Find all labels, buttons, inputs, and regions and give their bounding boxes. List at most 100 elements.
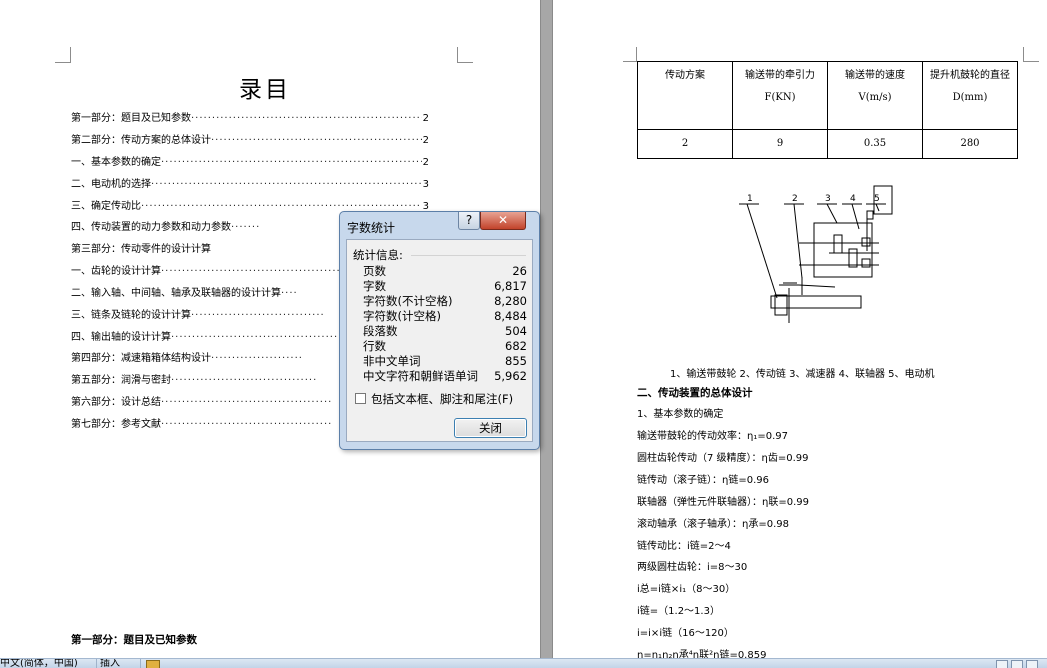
web-layout-view-icon[interactable] xyxy=(1026,660,1038,668)
insert-mode-status[interactable]: 插入 xyxy=(100,659,120,668)
full-screen-view-icon[interactable] xyxy=(1011,660,1023,668)
statistic-label: 中文字符和朝鲜语单词 xyxy=(363,369,478,383)
statistic-label: 非中文单词 xyxy=(363,354,421,368)
dialog-body: 统计信息: 页数 26 字数 6,817 字符数(不计空格) 8,280 字符数(计空格) 8… xyxy=(346,239,533,442)
statistic-row: 段落数 504 xyxy=(363,324,527,339)
toc-entry-text: 第四部分：减速箱箱体结构设计 xyxy=(71,353,211,364)
status-separator xyxy=(96,659,97,668)
toc-entry-text: 二、输入轴、中间轴、轴承及联轴器的设计计算 xyxy=(71,288,281,299)
diagram-label: 3 xyxy=(825,194,831,204)
statistic-label: 段落数 xyxy=(363,324,398,338)
statistic-value: 6,817 xyxy=(494,279,527,293)
statistic-value: 504 xyxy=(505,324,527,338)
help-button[interactable]: ? xyxy=(458,212,480,230)
crop-mark xyxy=(457,47,473,63)
statistic-row: 行数 682 xyxy=(363,339,527,354)
toc-entry[interactable]: 一、基本参数的确定 ·······························… xyxy=(71,156,429,170)
group-divider xyxy=(411,255,526,256)
statistic-row: 中文字符和朝鲜语单词 5,962 xyxy=(363,369,527,384)
toc-page-number: 2 xyxy=(422,157,429,168)
statistic-row: 字数 6,817 xyxy=(363,279,527,294)
toc-entry-text: 第五部分：润滑与密封 xyxy=(71,375,171,386)
toc-entry-text: 一、基本参数的确定 xyxy=(71,157,161,168)
statistic-row: 页数 26 xyxy=(363,264,527,279)
diagram-caption: 1、输送带鼓轮 2、传动链 3、减速器 4、联轴器 5、电动机 xyxy=(670,369,935,380)
crop-mark xyxy=(55,47,71,63)
parameter-line: 两级圆柱齿轮：i=8～30 xyxy=(637,562,748,574)
table-header-row: 传动方案 输送带的牵引力 F(KN) 输送带的速度 V(m/s) 提升机鼓轮的直… xyxy=(637,61,1018,130)
parameter-table: 传动方案 输送带的牵引力 F(KN) 输送带的速度 V(m/s) 提升机鼓轮的直… xyxy=(637,61,1018,159)
toc-entry-text: 一、齿轮的设计计算 xyxy=(71,266,161,277)
statistic-value: 26 xyxy=(512,264,527,278)
toc-leader-dots: ········································… xyxy=(191,113,422,124)
table-header-cell: 传动方案 xyxy=(637,61,733,130)
table-header-cell: 输送带的牵引力 F(KN) xyxy=(732,61,828,130)
language-status[interactable]: 中文(简体，中国) xyxy=(0,659,78,668)
parameter-line: 圆柱齿轮传动（7 级精度）：η齿=0.99 xyxy=(637,452,809,464)
close-icon[interactable]: ✕ xyxy=(480,212,526,230)
statistic-label: 字符数(计空格) xyxy=(363,309,441,323)
parameter-line: i链=（1.2～1.3） xyxy=(637,606,720,618)
statistic-label: 字符数(不计空格) xyxy=(363,294,453,308)
parameter-line: i=i×i链（16～120） xyxy=(637,628,734,640)
statistic-row: 非中文单词 855 xyxy=(363,354,527,369)
toc-entry-text: 三、链条及链轮的设计计算 xyxy=(71,310,191,321)
status-separator xyxy=(140,659,141,668)
diagram-label: 1 xyxy=(747,194,753,204)
statistic-value: 8,280 xyxy=(494,294,527,308)
diagram-label: 4 xyxy=(850,194,856,204)
table-row: 2 9 0.35 280 xyxy=(637,129,1018,159)
toc-entry-text: 第三部分：传动零件的设计计算 xyxy=(71,244,211,255)
section-heading: 二、传动装置的总体设计 xyxy=(637,387,753,399)
toc-page-number: 2 xyxy=(422,113,429,124)
table-cell: 2 xyxy=(637,129,733,159)
parameter-line: 链传动（滚子链）：η链=0.96 xyxy=(637,474,769,486)
statistic-value: 5,962 xyxy=(494,369,527,383)
toc-entry-text: 三、确定传动比 xyxy=(71,201,141,212)
toc-page-number: 2 xyxy=(422,135,429,146)
macro-record-icon[interactable] xyxy=(146,660,160,668)
toc-entry[interactable]: 二、电动机的选择 ································… xyxy=(71,178,429,192)
table-cell: 0.35 xyxy=(827,129,923,159)
toc-leader-dots: ········································… xyxy=(151,179,422,190)
diagram-label: 5 xyxy=(874,194,880,204)
toc-entry-text: 第六部分：设计总结 xyxy=(71,397,161,408)
statistic-label: 页数 xyxy=(363,264,386,278)
toc-leader-dots: ········································… xyxy=(211,135,422,146)
include-textbox-label[interactable]: 包括文本框、脚注和尾注(F) xyxy=(371,391,513,407)
parameter-line: η=η₁η₂η承⁴η联²η链=0.859 xyxy=(637,650,767,658)
print-layout-view-icon[interactable] xyxy=(996,660,1008,668)
toc-title: 录目 xyxy=(239,77,291,103)
toc-leader-dots: ········································… xyxy=(161,157,422,168)
section-heading: 第一部分：题目及已知参数 xyxy=(71,634,197,646)
toc-entry-text: 第七部分：参考文献 xyxy=(71,419,161,430)
include-textbox-checkbox[interactable] xyxy=(355,393,366,404)
table-header-cell: 提升机鼓轮的直径 D(mm) xyxy=(922,61,1018,130)
toc-entry-text: 四、传动装置的动力参数和动力参数 xyxy=(71,222,231,233)
statistics-group-label: 统计信息: xyxy=(353,248,403,262)
right-page: 传动方案 输送带的牵引力 F(KN) 输送带的速度 V(m/s) 提升机鼓轮的直… xyxy=(553,0,1047,658)
toc-entry-text: 二、电动机的选择 xyxy=(71,179,151,190)
close-button[interactable]: 关闭 xyxy=(454,418,527,438)
statistic-label: 字数 xyxy=(363,279,386,293)
statistic-value: 855 xyxy=(505,354,527,368)
status-bar: 中文(简体，中国) 插入 xyxy=(0,658,1047,668)
toc-entry-text: 第二部分：传动方案的总体设计 xyxy=(71,135,211,146)
statistic-row: 字符数(不计空格) 8,280 xyxy=(363,294,527,309)
parameter-line: 输送带鼓轮的传动效率：η₁=0.97 xyxy=(637,431,788,442)
parameter-line: i总=i链×i₁（8～30） xyxy=(637,584,736,596)
statistic-value: 8,484 xyxy=(494,309,527,323)
toc-entry[interactable]: 第二部分：传动方案的总体设计 ··························… xyxy=(71,134,429,148)
toc-entry[interactable]: 第一部分：题目及已知参数 ····························… xyxy=(71,112,429,126)
parameter-line: 滚动轴承（滚子轴承）：η承=0.98 xyxy=(637,518,789,530)
toc-entry-text: 第一部分：题目及已知参数 xyxy=(71,113,191,124)
table-cell: 280 xyxy=(922,129,1018,159)
parameter-line: 联轴器（弹性元件联轴器）：η联=0.99 xyxy=(637,496,809,508)
statistic-value: 682 xyxy=(505,339,527,353)
transmission-diagram: 1 2 3 4 5 xyxy=(739,185,893,323)
diagram-label: 2 xyxy=(792,194,798,204)
sub-heading: 1、基本参数的确定 xyxy=(637,409,724,420)
table-header-cell: 输送带的速度 V(m/s) xyxy=(827,61,923,130)
toc-entry-text: 四、输出轴的设计计算 xyxy=(71,332,171,343)
dialog-title: 字数统计 xyxy=(347,221,396,235)
